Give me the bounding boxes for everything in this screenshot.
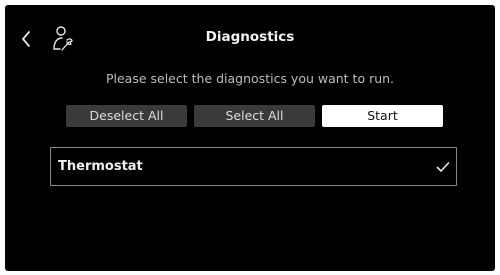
select-all-button[interactable]: Select All	[194, 105, 315, 127]
start-button[interactable]: Start	[322, 105, 443, 127]
diagnostics-screen: Diagnostics Please select the diagnostic…	[5, 5, 495, 271]
page-title: Diagnostics	[205, 29, 295, 45]
instruction-text: Please select the diagnostics you want t…	[105, 71, 395, 86]
checkmark-icon	[436, 162, 450, 172]
diagnostic-item-thermostat[interactable]: Thermostat	[50, 147, 457, 186]
diagnostic-item-label: Thermostat	[58, 159, 143, 174]
deselect-all-button[interactable]: Deselect All	[66, 105, 187, 127]
